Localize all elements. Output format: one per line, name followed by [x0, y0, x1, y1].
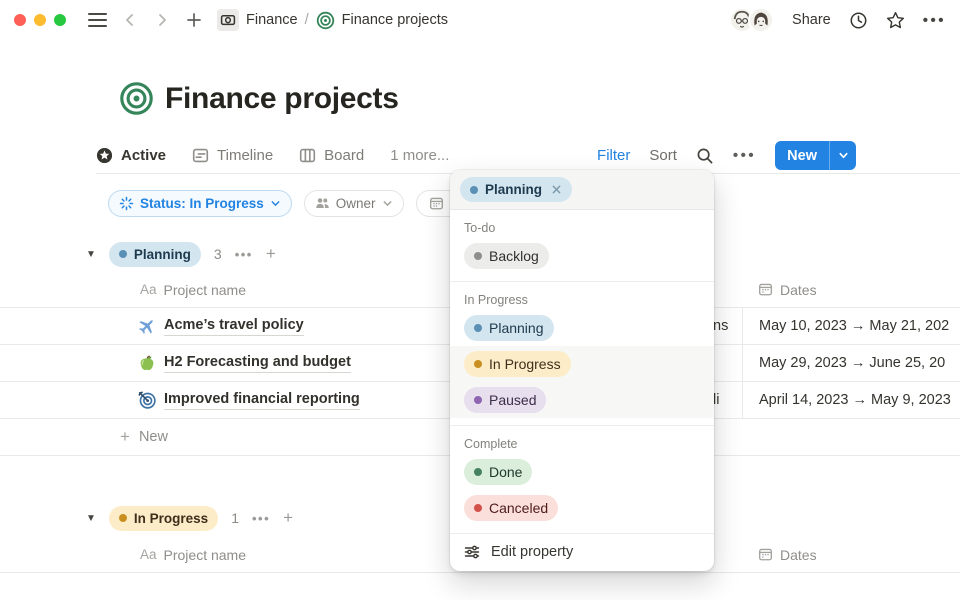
- project-title[interactable]: H2 Forecasting and budget: [164, 353, 351, 372]
- group-add-icon[interactable]: +: [266, 244, 276, 264]
- favorite-star-icon[interactable]: [886, 11, 905, 30]
- view-switcher: Active Timeline Board 1 more... Filter S…: [96, 138, 960, 174]
- section-label-in-progress: In Progress: [450, 282, 714, 310]
- option-planning[interactable]: Planning: [450, 310, 714, 346]
- plus-icon: +: [120, 427, 130, 447]
- updates-clock-icon[interactable]: [849, 11, 868, 30]
- group-tag-in-progress[interactable]: In Progress: [109, 506, 218, 531]
- dates-cell[interactable]: April 14, 2023 → May 9, 2023: [742, 382, 960, 418]
- filter-bar: Status: In Progress Owner: [108, 190, 474, 217]
- status-filter-dropdown: Planning To-do Backlog In Progress Plann…: [450, 170, 714, 571]
- status-filter-chip[interactable]: Status: In Progress: [108, 190, 292, 217]
- forward-icon[interactable]: [153, 11, 171, 29]
- page-title[interactable]: Finance projects: [165, 82, 399, 116]
- view-options-icon[interactable]: •••: [733, 147, 756, 164]
- page-target-icon: [316, 11, 335, 30]
- finance-workspace-icon[interactable]: [217, 9, 239, 31]
- more-views-button[interactable]: 1 more...: [390, 147, 449, 164]
- breadcrumb: Finance / Finance projects: [217, 9, 448, 31]
- filter-button[interactable]: Filter: [597, 147, 630, 164]
- selected-tag-planning[interactable]: Planning: [460, 177, 572, 202]
- selected-tags-area: Planning: [450, 170, 714, 210]
- share-button[interactable]: Share: [792, 12, 831, 28]
- search-icon[interactable]: [696, 147, 714, 165]
- owner-cell-fragment[interactable]: ns: [713, 308, 741, 344]
- sidebar-toggle-icon[interactable]: [88, 13, 107, 27]
- option-done[interactable]: Done: [450, 454, 714, 490]
- tab-timeline[interactable]: Timeline: [192, 147, 273, 164]
- project-title[interactable]: Acme’s travel policy: [164, 316, 304, 335]
- calendar-icon: [429, 196, 444, 211]
- option-in-progress[interactable]: In Progress: [450, 346, 714, 382]
- dates-column-header[interactable]: Dates: [758, 272, 817, 307]
- remove-tag-icon[interactable]: [551, 184, 562, 195]
- group-count: 1: [231, 510, 239, 526]
- owner-filter-chip[interactable]: Owner: [304, 190, 404, 217]
- group-more-icon[interactable]: •••: [235, 247, 253, 262]
- back-icon[interactable]: [121, 11, 139, 29]
- owner-cell-fragment[interactable]: [713, 345, 741, 381]
- collapse-triangle-icon[interactable]: ▼: [86, 249, 96, 260]
- edit-property-button[interactable]: Edit property: [450, 533, 714, 571]
- people-icon: [315, 196, 330, 211]
- new-button-dropdown-icon[interactable]: [829, 141, 856, 170]
- zoom-window-button[interactable]: [54, 14, 66, 26]
- project-name-column-header[interactable]: Aa Project name: [140, 537, 246, 572]
- collapse-triangle-icon[interactable]: ▼: [86, 513, 96, 524]
- group-more-icon[interactable]: •••: [252, 511, 270, 526]
- page-title-target-icon[interactable]: [119, 81, 154, 116]
- minimize-window-button[interactable]: [34, 14, 46, 26]
- target-dart-icon: [138, 391, 156, 409]
- section-label-todo: To-do: [450, 210, 714, 238]
- dates-cell[interactable]: May 29, 2023 → June 25, 20: [742, 345, 960, 381]
- option-paused[interactable]: Paused: [450, 382, 714, 418]
- notion-window: Finance / Finance projects Share: [0, 0, 960, 600]
- dates-column-header[interactable]: Dates: [758, 537, 817, 572]
- section-label-complete: Complete: [450, 426, 714, 454]
- airplane-icon: [138, 317, 156, 335]
- calendar-icon: [758, 547, 773, 562]
- tab-active[interactable]: Active: [96, 147, 166, 164]
- owner-cell-fragment[interactable]: li: [713, 382, 741, 418]
- titlebar: Finance / Finance projects Share: [0, 0, 960, 40]
- calendar-icon: [758, 282, 773, 297]
- chevron-down-icon: [382, 198, 393, 209]
- dates-cell[interactable]: May 10, 2023 → May 21, 202: [742, 308, 960, 344]
- group-add-icon[interactable]: +: [283, 508, 293, 528]
- window-controls: [14, 14, 66, 26]
- breadcrumb-workspace[interactable]: Finance: [246, 12, 298, 28]
- chevron-down-icon: [270, 198, 281, 209]
- option-canceled[interactable]: Canceled: [450, 490, 714, 526]
- sort-button[interactable]: Sort: [649, 147, 677, 164]
- project-name-column-header[interactable]: Aa Project name: [140, 272, 246, 307]
- sliders-icon: [464, 544, 480, 560]
- green-apple-icon: [138, 354, 156, 372]
- project-title[interactable]: Improved financial reporting: [164, 390, 360, 409]
- close-window-button[interactable]: [14, 14, 26, 26]
- group-header-in-progress: ▼ In Progress 1 ••• +: [86, 504, 293, 532]
- breadcrumb-page[interactable]: Finance projects: [342, 12, 448, 28]
- tab-board[interactable]: Board: [299, 147, 364, 164]
- avatar-user-2: [748, 7, 774, 33]
- new-page-icon[interactable]: [185, 11, 203, 29]
- group-tag-planning[interactable]: Planning: [109, 242, 201, 267]
- more-options-icon[interactable]: •••: [923, 12, 946, 29]
- collaborator-avatars[interactable]: [729, 7, 774, 33]
- group-header-planning: ▼ Planning 3 ••• +: [86, 240, 276, 268]
- option-backlog[interactable]: Backlog: [450, 238, 714, 274]
- new-button[interactable]: New: [775, 141, 856, 170]
- group-count: 3: [214, 246, 222, 262]
- breadcrumb-separator: /: [305, 12, 309, 28]
